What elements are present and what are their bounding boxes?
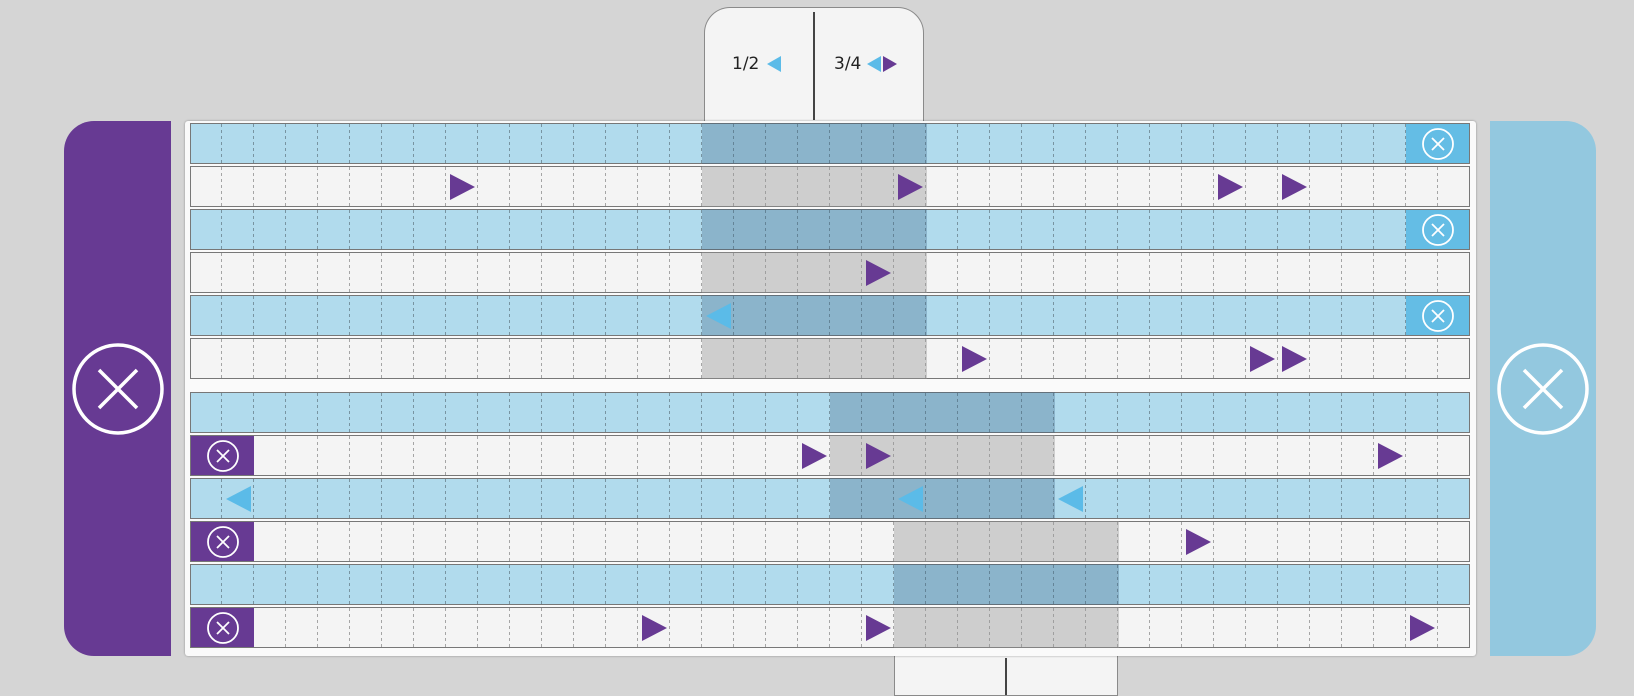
playhead-highlight [702,252,927,293]
track-row[interactable] [190,338,1470,379]
track-row[interactable] [190,252,1470,293]
close-circle-icon [206,611,239,644]
tab-right-label[interactable]: 3/4 [834,54,898,74]
triangle-left-blue-icon [767,56,782,72]
note-right-purple-icon[interactable] [802,442,827,469]
row-clear-button[interactable] [1406,124,1469,163]
track-row[interactable] [190,295,1470,336]
track-row[interactable] [190,564,1470,605]
grid-lines [191,339,1469,378]
tab-divider [1005,658,1007,695]
close-circle-icon [1421,127,1454,160]
triangle-left-blue-icon [867,56,882,72]
right-clear-panel[interactable] [1490,121,1596,656]
note-right-purple-icon[interactable] [1282,345,1307,372]
row-clear-button[interactable] [191,608,254,647]
grid-lines [191,565,1469,604]
note-left-blue-icon[interactable] [706,302,731,329]
note-right-purple-icon[interactable] [642,614,667,641]
note-left-blue-icon[interactable] [226,485,251,512]
grid-lines [191,522,1469,561]
note-right-purple-icon[interactable] [898,173,923,200]
track-row[interactable] [190,521,1470,562]
note-right-purple-icon[interactable] [866,614,891,641]
grid-lines [191,436,1469,475]
row-clear-button[interactable] [1406,210,1469,249]
grid-lines [191,393,1469,432]
note-right-purple-icon[interactable] [450,173,475,200]
triangle-right-purple-icon [883,56,898,72]
playhead-highlight [830,478,1055,519]
track-row[interactable] [190,435,1470,476]
row-clear-button[interactable] [191,436,254,475]
row-clear-button[interactable] [1406,296,1469,335]
note-right-purple-icon[interactable] [1218,173,1243,200]
row-clear-button[interactable] [191,522,254,561]
grid-lines [191,479,1469,518]
close-circle-icon [1421,299,1454,332]
track-row[interactable] [190,392,1470,433]
note-right-purple-icon[interactable] [1378,442,1403,469]
note-right-purple-icon[interactable] [962,345,987,372]
playhead-highlight [702,209,927,250]
grid-lines [191,210,1469,249]
playhead-highlight [702,166,927,207]
track-row[interactable] [190,607,1470,648]
grid-lines [191,608,1469,647]
close-circle-icon[interactable] [71,342,164,435]
note-right-purple-icon[interactable] [1186,528,1211,555]
note-right-purple-icon[interactable] [866,259,891,286]
tab-left-label[interactable]: 1/2 [732,54,782,74]
bottom-tab [894,656,1118,696]
close-circle-icon [206,439,239,472]
right-label-text: 3/4 [834,54,862,74]
note-left-blue-icon[interactable] [1058,485,1083,512]
track-row[interactable] [190,478,1470,519]
playhead-highlight [830,435,1055,476]
left-label-text: 1/2 [732,54,760,74]
track-row[interactable] [190,166,1470,207]
note-right-purple-icon[interactable] [1282,173,1307,200]
grid-lines [191,253,1469,292]
playhead-highlight [702,338,927,379]
note-right-purple-icon[interactable] [1410,614,1435,641]
grid-lines [191,167,1469,206]
playhead-highlight [894,564,1119,605]
playhead-highlight [830,392,1055,433]
playhead-highlight [702,295,927,336]
note-left-blue-icon[interactable] [898,485,923,512]
playhead-highlight [894,521,1119,562]
left-clear-panel[interactable] [64,121,171,656]
close-circle-icon [206,525,239,558]
grid-lines [191,124,1469,163]
top-tab: 1/2 3/4 [704,7,924,124]
note-right-purple-icon[interactable] [1250,345,1275,372]
track-row[interactable] [190,123,1470,164]
track-row[interactable] [190,209,1470,250]
playhead-highlight [894,607,1119,648]
close-circle-icon [1421,213,1454,246]
close-circle-icon[interactable] [1497,342,1589,435]
note-right-purple-icon[interactable] [866,442,891,469]
tab-divider [813,12,815,120]
playhead-highlight [702,123,927,164]
grid-lines [191,296,1469,335]
